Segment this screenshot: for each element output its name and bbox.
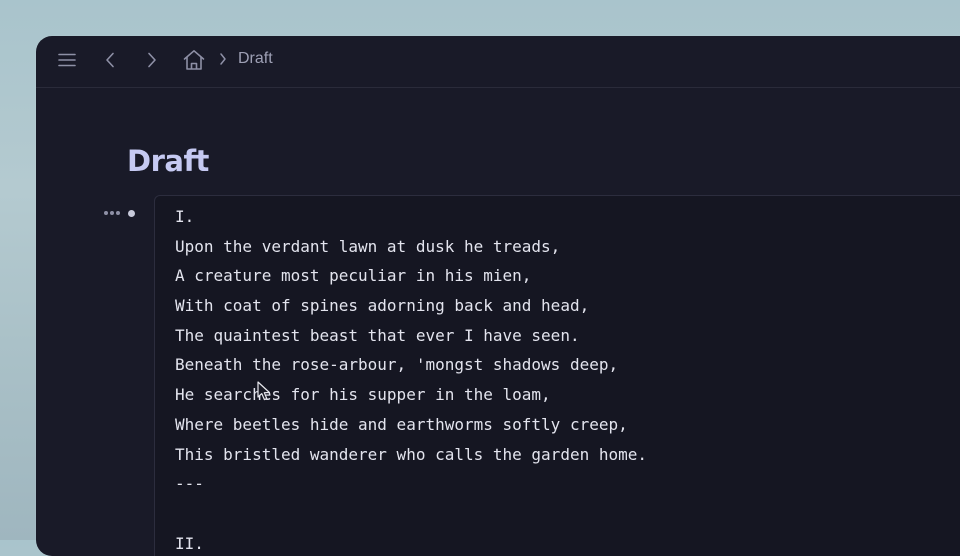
chevron-right-icon [148,52,156,68]
back-button[interactable] [98,48,122,72]
text-editor[interactable]: I. Upon the verdant lawn at dusk he trea… [154,195,960,556]
block-controls [104,206,144,220]
editor-line[interactable]: This bristled wanderer who calls the gar… [175,440,647,470]
editor-line[interactable]: Upon the verdant lawn at dusk he treads, [175,232,647,262]
editor-line[interactable] [175,499,647,529]
editor-line[interactable]: With coat of spines adorning back and he… [175,291,647,321]
page-title: Draft [127,144,209,178]
more-dots-icon[interactable] [104,211,120,215]
editor-line[interactable]: He searches for his supper in the loam, [175,380,647,410]
editor-line[interactable]: The quaintest beast that ever I have see… [175,321,647,351]
editor-line[interactable]: II. [175,529,647,556]
menu-button[interactable] [55,48,79,72]
chevron-left-icon [106,52,114,68]
editor-line[interactable]: Where beetles hide and earthworms softly… [175,410,647,440]
chevron-right-icon [220,53,226,65]
forward-button[interactable] [140,48,164,72]
home-button[interactable] [181,47,207,73]
bullet-icon[interactable] [128,209,135,217]
editor-line[interactable]: I. [175,202,647,232]
mouse-pointer-icon [257,381,270,401]
title-bar: Draft [36,36,960,88]
editor-line[interactable]: --- [175,469,647,499]
app-window: Draft Draft I. Upon the verdant lawn at … [36,36,960,556]
editor-lines: I. Upon the verdant lawn at dusk he trea… [175,202,647,556]
editor-line[interactable]: A creature most peculiar in his mien, [175,261,647,291]
home-icon [183,50,205,70]
menu-icon [58,53,76,67]
breadcrumb-current[interactable]: Draft [238,50,273,68]
editor-line[interactable]: Beneath the rose-arbour, 'mongst shadows… [175,350,647,380]
